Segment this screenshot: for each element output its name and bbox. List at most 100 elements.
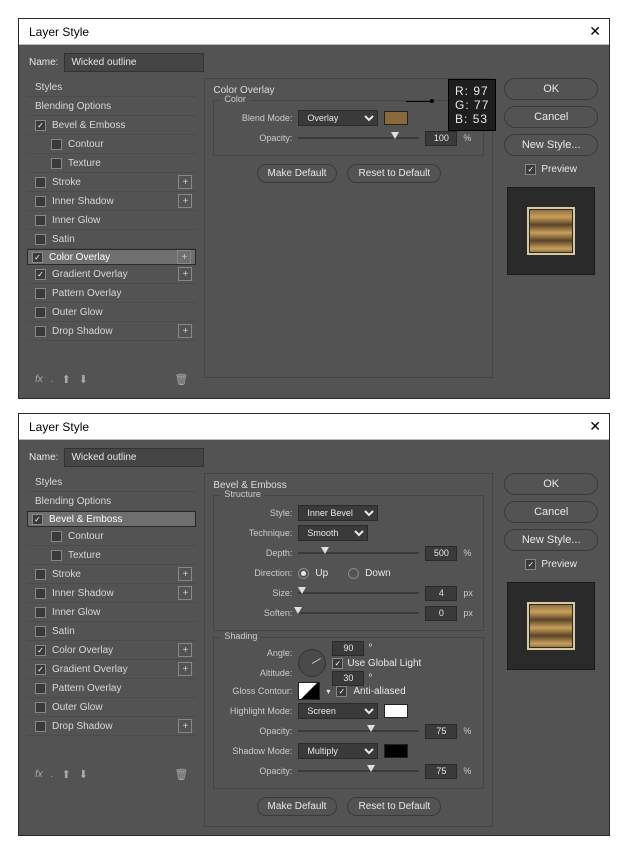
effect-checkbox[interactable] bbox=[35, 307, 46, 318]
effect-checkbox[interactable] bbox=[35, 588, 46, 599]
effect-checkbox[interactable] bbox=[35, 177, 46, 188]
close-icon[interactable]: ✕ bbox=[589, 418, 601, 435]
angle-input[interactable] bbox=[332, 641, 364, 656]
opacity-slider[interactable] bbox=[298, 133, 419, 143]
style-row-drop-shadow[interactable]: Drop Shadow+ bbox=[27, 322, 196, 341]
style-row-pattern-overlay[interactable]: Pattern Overlay bbox=[27, 679, 196, 698]
add-effect-icon[interactable]: + bbox=[178, 567, 192, 581]
layer-name-input[interactable] bbox=[64, 448, 204, 467]
blending-options[interactable]: Blending Options bbox=[27, 492, 196, 511]
technique-select[interactable]: Smooth bbox=[298, 525, 368, 541]
shadow-opacity-slider[interactable] bbox=[298, 766, 419, 776]
style-row-pattern-overlay[interactable]: Pattern Overlay bbox=[27, 284, 196, 303]
effect-checkbox[interactable] bbox=[35, 196, 46, 207]
effect-checkbox[interactable] bbox=[35, 645, 46, 656]
style-row-texture[interactable]: Texture bbox=[27, 546, 196, 565]
add-effect-icon[interactable]: + bbox=[178, 267, 192, 281]
anti-aliased-checkbox[interactable] bbox=[336, 686, 347, 697]
highlight-opacity-input[interactable] bbox=[425, 724, 457, 739]
preview-checkbox[interactable] bbox=[525, 164, 536, 175]
opacity-input[interactable] bbox=[425, 131, 457, 146]
trash-icon[interactable]: 🗑 bbox=[174, 768, 188, 781]
effect-checkbox[interactable] bbox=[35, 215, 46, 226]
effect-checkbox[interactable] bbox=[51, 550, 62, 561]
style-row-gradient-overlay[interactable]: Gradient Overlay+ bbox=[27, 660, 196, 679]
add-effect-icon[interactable]: + bbox=[178, 324, 192, 338]
style-row-stroke[interactable]: Stroke+ bbox=[27, 565, 196, 584]
add-effect-icon[interactable]: + bbox=[178, 719, 192, 733]
close-icon[interactable]: ✕ bbox=[589, 23, 601, 40]
style-row-inner-glow[interactable]: Inner Glow bbox=[27, 603, 196, 622]
add-effect-icon[interactable]: + bbox=[178, 643, 192, 657]
effect-checkbox[interactable] bbox=[51, 531, 62, 542]
effect-checkbox[interactable] bbox=[51, 158, 62, 169]
add-effect-icon[interactable]: + bbox=[178, 194, 192, 208]
style-row-bevel-emboss[interactable]: Bevel & Emboss bbox=[27, 511, 196, 527]
highlight-color-swatch[interactable] bbox=[384, 704, 408, 718]
style-row-gradient-overlay[interactable]: Gradient Overlay+ bbox=[27, 265, 196, 284]
ok-button[interactable]: OK bbox=[504, 473, 598, 495]
new-style-button[interactable]: New Style... bbox=[504, 529, 598, 551]
style-row-contour[interactable]: Contour bbox=[27, 135, 196, 154]
style-row-outer-glow[interactable]: Outer Glow bbox=[27, 698, 196, 717]
effect-checkbox[interactable] bbox=[35, 234, 46, 245]
effect-checkbox[interactable] bbox=[51, 139, 62, 150]
add-effect-icon[interactable]: + bbox=[178, 175, 192, 189]
reset-default-button[interactable]: Reset to Default bbox=[347, 797, 441, 816]
ok-button[interactable]: OK bbox=[504, 78, 598, 100]
reset-default-button[interactable]: Reset to Default bbox=[347, 164, 441, 183]
add-effect-icon[interactable]: + bbox=[177, 250, 191, 264]
depth-slider[interactable] bbox=[298, 548, 419, 558]
effect-checkbox[interactable] bbox=[32, 252, 43, 263]
style-row-stroke[interactable]: Stroke+ bbox=[27, 173, 196, 192]
effect-checkbox[interactable] bbox=[35, 569, 46, 580]
shadow-opacity-input[interactable] bbox=[425, 764, 457, 779]
preview-checkbox[interactable] bbox=[525, 559, 536, 570]
new-style-button[interactable]: New Style... bbox=[504, 134, 598, 156]
effect-checkbox[interactable] bbox=[35, 702, 46, 713]
style-row-color-overlay[interactable]: Color Overlay+ bbox=[27, 249, 196, 265]
fx-icon[interactable]: fx bbox=[35, 769, 43, 780]
direction-up-radio[interactable] bbox=[298, 568, 309, 579]
add-effect-icon[interactable]: + bbox=[178, 662, 192, 676]
arrow-up-icon[interactable]: ⬆ bbox=[62, 768, 71, 781]
style-row-inner-glow[interactable]: Inner Glow bbox=[27, 211, 196, 230]
effect-checkbox[interactable] bbox=[35, 326, 46, 337]
cancel-button[interactable]: Cancel bbox=[504, 106, 598, 128]
style-row-texture[interactable]: Texture bbox=[27, 154, 196, 173]
direction-down-radio[interactable] bbox=[348, 568, 359, 579]
shadow-color-swatch[interactable] bbox=[384, 744, 408, 758]
effect-checkbox[interactable] bbox=[35, 269, 46, 280]
arrow-up-icon[interactable]: ⬆ bbox=[62, 373, 71, 386]
style-row-satin[interactable]: Satin bbox=[27, 622, 196, 641]
depth-input[interactable] bbox=[425, 546, 457, 561]
blending-options[interactable]: Blending Options bbox=[27, 97, 196, 116]
fx-icon[interactable]: fx bbox=[35, 374, 43, 385]
effect-checkbox[interactable] bbox=[32, 514, 43, 525]
soften-slider[interactable] bbox=[298, 608, 419, 618]
altitude-input[interactable] bbox=[332, 671, 364, 686]
size-input[interactable] bbox=[425, 586, 457, 601]
layer-name-input[interactable] bbox=[64, 53, 204, 72]
cancel-button[interactable]: Cancel bbox=[504, 501, 598, 523]
bevel-style-select[interactable]: Inner Bevel bbox=[298, 505, 378, 521]
blend-mode-select[interactable]: Overlay bbox=[298, 110, 378, 126]
effect-checkbox[interactable] bbox=[35, 607, 46, 618]
effect-checkbox[interactable] bbox=[35, 288, 46, 299]
color-swatch[interactable] bbox=[384, 111, 408, 125]
trash-icon[interactable]: 🗑 bbox=[174, 373, 188, 386]
style-row-color-overlay[interactable]: Color Overlay+ bbox=[27, 641, 196, 660]
style-row-contour[interactable]: Contour bbox=[27, 527, 196, 546]
style-row-drop-shadow[interactable]: Drop Shadow+ bbox=[27, 717, 196, 736]
gloss-contour-picker[interactable] bbox=[298, 682, 320, 700]
style-row-inner-shadow[interactable]: Inner Shadow+ bbox=[27, 192, 196, 211]
effect-checkbox[interactable] bbox=[35, 664, 46, 675]
style-row-outer-glow[interactable]: Outer Glow bbox=[27, 303, 196, 322]
use-global-light-checkbox[interactable] bbox=[332, 658, 343, 669]
add-effect-icon[interactable]: + bbox=[178, 586, 192, 600]
make-default-button[interactable]: Make Default bbox=[257, 164, 338, 183]
effect-checkbox[interactable] bbox=[35, 683, 46, 694]
effect-checkbox[interactable] bbox=[35, 626, 46, 637]
arrow-down-icon[interactable]: ⬇ bbox=[79, 373, 88, 386]
arrow-down-icon[interactable]: ⬇ bbox=[79, 768, 88, 781]
